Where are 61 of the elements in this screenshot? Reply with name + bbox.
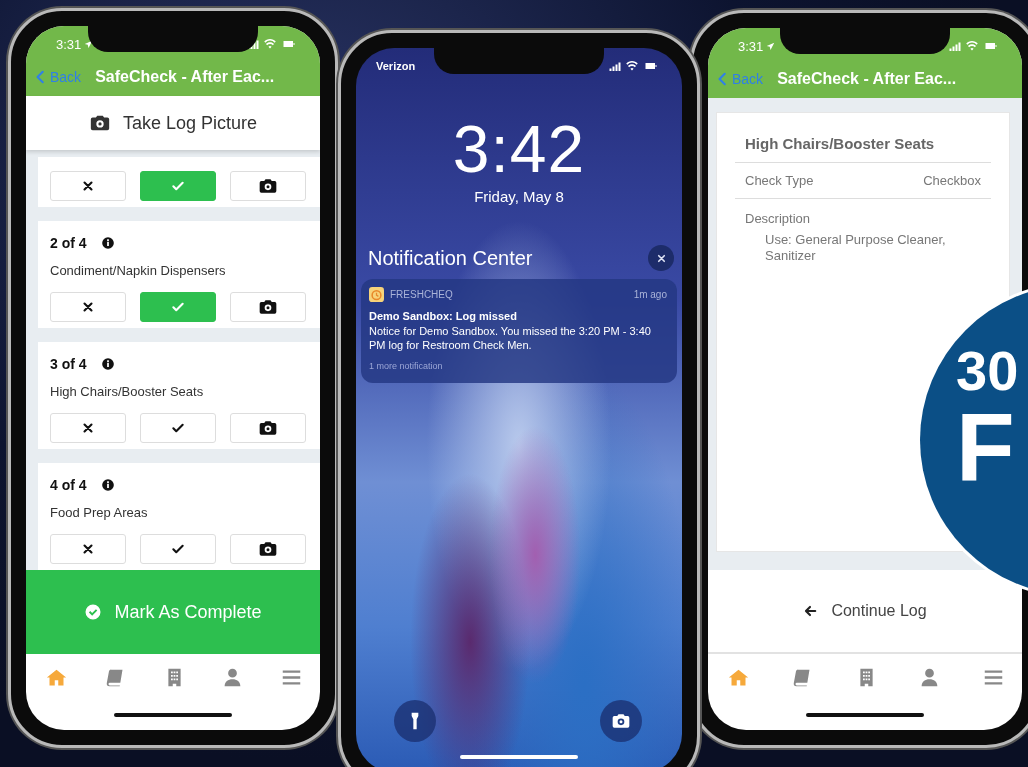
status-time: 3:31 (56, 36, 82, 52)
item-counter: 4 of 4 (50, 477, 87, 493)
check-name: High Chairs/Booster Seats (735, 131, 991, 163)
cross-icon (81, 300, 95, 314)
item-counter: 3 of 4 (50, 356, 87, 372)
camera-icon (258, 418, 278, 438)
lock-date: Friday, May 8 (473, 188, 565, 205)
check-icon (171, 542, 185, 556)
photo-button[interactable] (230, 534, 306, 564)
item-name: Food Prep Areas (50, 505, 149, 520)
info-icon[interactable] (100, 478, 115, 492)
info-icon[interactable] (100, 236, 115, 250)
wifi-icon (625, 60, 639, 72)
info-icon[interactable] (100, 357, 115, 371)
lock-time: 3:42 (451, 116, 587, 182)
photo-button[interactable] (230, 171, 306, 201)
camera-icon (611, 711, 631, 731)
status-time: 3:31 (738, 38, 764, 54)
camera-icon (258, 539, 278, 559)
notification-body: Notice for Demo Sandbox. You missed the 3:20 PM - 3:40 PM log for Restroom Check Men. (369, 324, 652, 353)
location-icon (84, 39, 94, 49)
screen-title: SafeCheck - After Eac... (95, 68, 275, 86)
take-picture-button[interactable]: Take Log Picture (26, 96, 320, 150)
clock-icon (369, 287, 384, 302)
signal-icon (948, 40, 962, 52)
carrier-name: Verizon (376, 60, 416, 72)
description-text: Use: General Purpose Cleaner, Sanitizer (764, 232, 947, 265)
badge-text: F (956, 399, 1015, 495)
camera-icon (258, 297, 278, 317)
flashlight-button[interactable] (394, 700, 436, 742)
camera-button[interactable] (600, 700, 642, 742)
notification-title: Demo Sandbox: Log missed (369, 310, 518, 322)
more-notifications-text: 1 more notification (369, 360, 444, 371)
item-name: Condiment/Napkin Dispensers (50, 263, 227, 278)
field-label: Check Type (745, 173, 814, 188)
cross-icon (81, 542, 95, 556)
signal-icon (608, 60, 622, 72)
close-button[interactable] (648, 245, 674, 271)
cross-icon (81, 179, 95, 193)
field-label: Description (744, 210, 812, 228)
camera-icon (258, 176, 278, 196)
notification-time: 1m ago (633, 289, 667, 300)
screen-title: SafeCheck - After Eac... (777, 70, 957, 88)
notification-card[interactable]: FRESHCHEQ 1m ago Demo Sandbox: Log missed Notice for Demo Sandbox. You missed the 3:20 PM - 3:40 PM log for Restroom Check Men. 1 more notification (361, 279, 677, 383)
photo-button[interactable] (230, 413, 306, 443)
check-icon (171, 300, 185, 314)
close-icon (655, 252, 667, 264)
check-icon (171, 179, 185, 193)
badge-text: 30 (956, 343, 1019, 399)
check-icon (171, 421, 185, 435)
notification-center-title: Notification Center (368, 246, 534, 270)
photo-button[interactable] (230, 292, 306, 322)
item-counter: 2 of 4 (50, 235, 87, 251)
arrow-left-icon (803, 604, 818, 618)
cross-icon (81, 421, 95, 435)
app-name: FRESHCHEQ (390, 289, 453, 300)
field-value: Checkbox (923, 173, 981, 188)
location-icon (766, 41, 776, 51)
item-name: High Chairs/Booster Seats (50, 384, 205, 399)
wifi-icon (263, 38, 277, 50)
wifi-icon (965, 40, 979, 52)
